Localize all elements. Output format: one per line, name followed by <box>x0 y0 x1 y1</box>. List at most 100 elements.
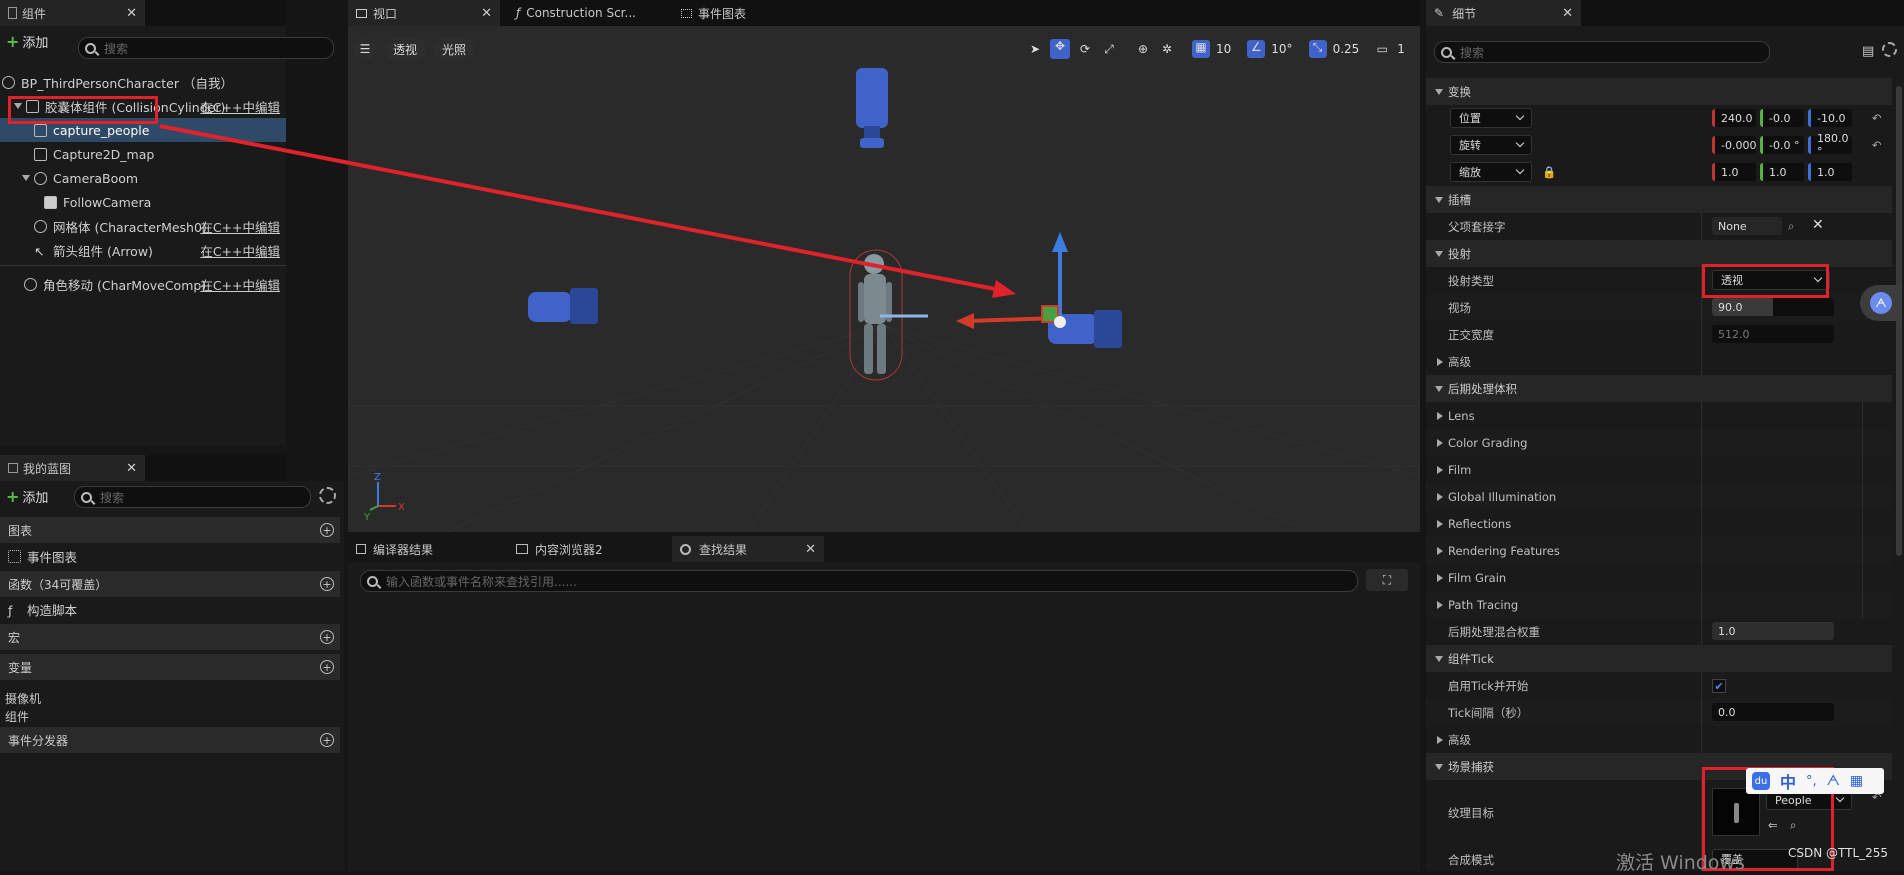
browse-socket-icon[interactable]: ⌕ <box>1788 219 1794 234</box>
floating-assistant-button[interactable]: ᗅ <box>1860 285 1902 321</box>
fov-slider[interactable]: 90.0 <box>1712 298 1834 316</box>
ime-logo-icon[interactable]: du <box>1752 772 1770 790</box>
find-references-input[interactable]: 输入函数或事件名称来查找引用...... <box>360 570 1358 592</box>
section-graphs[interactable]: 图表 + <box>0 517 340 543</box>
location-x-input[interactable]: 240.0 <box>1712 109 1756 127</box>
row-pp-film[interactable]: Film <box>1426 456 1892 483</box>
camera-speed-icon[interactable]: ▭ <box>1373 42 1391 56</box>
tab-find-results[interactable]: 查找结果 ✕ <box>672 536 824 562</box>
blend-weight-input[interactable]: 1.0 <box>1712 622 1834 640</box>
ime-chinese-toggle[interactable]: 中 <box>1780 769 1796 793</box>
section-macros[interactable]: 宏 + <box>0 624 340 650</box>
components-search-input[interactable]: 搜索 <box>78 37 334 59</box>
scale-z-input[interactable]: 1.0 <box>1808 163 1852 181</box>
variable-category-components[interactable]: 组件 <box>5 708 29 725</box>
section-functions[interactable]: 函数（34可覆盖） + <box>0 571 340 597</box>
tree-item-char-move[interactable]: 角色移动 (CharMoveComp) 在C++中编辑 <box>0 272 286 296</box>
add-circle-icon[interactable]: + <box>320 577 334 591</box>
tab-compiler-results[interactable]: 编译器结果 <box>348 536 503 562</box>
translate-mode-icon[interactable]: ✥ <box>1050 39 1070 59</box>
variable-category-camera[interactable]: 摄像机 <box>5 690 41 707</box>
category-post-process[interactable]: 后期处理体积 <box>1426 375 1892 402</box>
list-item-construction-script[interactable]: ƒ 构造脚本 <box>0 597 344 621</box>
list-item-event-graph[interactable]: 事件图表 <box>0 544 344 568</box>
location-z-input[interactable]: -10.0 <box>1808 109 1852 127</box>
world-local-icon[interactable]: ⊕ <box>1134 42 1152 56</box>
viewport-canvas[interactable]: Z X Y ☰ 透视 光照 ➤ ✥ ⟳ ⤢ ⊕ ✲ ▦ 10 ∠ 10° ⤡ 0… <box>348 26 1420 532</box>
tab-my-blueprint[interactable]: 我的蓝图 ✕ <box>0 455 145 481</box>
location-mode-dropdown[interactable]: 位置 <box>1450 108 1532 128</box>
tree-item-camera-boom[interactable]: CameraBoom <box>0 166 286 190</box>
tab-components[interactable]: 组件 ✕ <box>0 0 145 26</box>
parent-socket-value[interactable]: None <box>1712 217 1782 235</box>
category-projection[interactable]: 投射 <box>1426 240 1892 267</box>
lock-icon[interactable]: 🔒 <box>1542 165 1556 179</box>
category-component-tick[interactable]: 组件Tick <box>1426 645 1892 672</box>
settings-gear-icon[interactable] <box>1882 42 1897 57</box>
rotation-x-input[interactable]: -0.000 <box>1712 136 1756 154</box>
details-scrollbar[interactable] <box>1896 86 1902 556</box>
reset-arrow-icon[interactable]: ↶ <box>1872 111 1882 125</box>
tab-details[interactable]: ✎ 细节 ✕ <box>1426 0 1581 26</box>
tree-item-capture2d-map[interactable]: Capture2D_map <box>0 142 286 166</box>
ime-grid-icon[interactable]: ▦ <box>1850 773 1863 789</box>
details-search-input[interactable]: 搜索 <box>1434 41 1770 63</box>
row-pp-global-illumination[interactable]: Global Illumination <box>1426 483 1892 510</box>
tab-event-graph[interactable]: 事件图表 <box>673 0 833 26</box>
rotate-mode-icon[interactable]: ⟳ <box>1076 42 1094 56</box>
hamburger-menu-icon[interactable]: ☰ <box>354 38 376 60</box>
close-icon[interactable]: ✕ <box>481 6 492 21</box>
row-pp-color-grading[interactable]: Color Grading <box>1426 429 1892 456</box>
grid-snap-value[interactable]: 10 <box>1216 42 1231 56</box>
add-circle-icon[interactable]: + <box>320 630 334 644</box>
clear-socket-icon[interactable]: ✕ <box>1812 217 1824 233</box>
rotation-snap-value[interactable]: 10° <box>1271 42 1292 56</box>
property-matrix-icon[interactable]: ▤ <box>1862 44 1874 59</box>
settings-gear-icon[interactable] <box>319 487 336 504</box>
close-icon[interactable]: ✕ <box>126 6 137 21</box>
add-circle-icon[interactable]: + <box>320 660 334 674</box>
tab-construction-script[interactable]: ƒ Construction Scr... <box>508 0 668 26</box>
scale-mode-icon[interactable]: ⤢ <box>1100 42 1118 57</box>
camera-speed-value[interactable]: 1 <box>1397 42 1405 56</box>
select-mode-icon[interactable]: ➤ <box>1026 42 1044 56</box>
grid-snap-icon[interactable]: ▦ <box>1192 40 1210 58</box>
tree-item-self[interactable]: BP_ThirdPersonCharacter （自我） <box>0 70 286 94</box>
close-icon[interactable]: ✕ <box>805 542 816 557</box>
category-transform[interactable]: 变换 <box>1426 78 1892 105</box>
start-with-tick-checkbox[interactable]: ✔ <box>1712 679 1726 693</box>
row-pp-rendering-features[interactable]: Rendering Features <box>1426 537 1892 564</box>
expand-arrow-icon[interactable] <box>22 175 30 181</box>
tick-interval-input[interactable]: 0.0 <box>1712 703 1834 721</box>
add-component-button[interactable]: + 添加 <box>6 32 48 51</box>
row-projection-advanced[interactable]: 高级 <box>1426 348 1892 375</box>
ime-assistant-icon[interactable]: ᗅ <box>1827 773 1840 789</box>
edit-in-cpp-link[interactable]: 在C++中编辑 <box>200 217 280 236</box>
scale-x-input[interactable]: 1.0 <box>1712 163 1756 181</box>
row-pp-film-grain[interactable]: Film Grain <box>1426 564 1892 591</box>
add-blueprint-item-button[interactable]: + 添加 <box>6 487 48 506</box>
scale-y-input[interactable]: 1.0 <box>1760 163 1804 181</box>
close-icon[interactable]: ✕ <box>126 461 137 476</box>
find-in-all-blueprints-button[interactable]: ⛶ <box>1366 569 1408 591</box>
tree-item-arrow[interactable]: ↖ 箭头组件 (Arrow) 在C++中编辑 <box>0 238 286 262</box>
edit-in-cpp-link[interactable]: 在C++中编辑 <box>200 97 280 116</box>
tree-item-follow-camera[interactable]: FollowCamera <box>0 190 286 214</box>
rotation-y-input[interactable]: -0.0 ° <box>1760 136 1804 154</box>
row-pp-lens[interactable]: Lens <box>1426 402 1892 429</box>
rotation-z-input[interactable]: 180.0 ° <box>1808 132 1852 158</box>
edit-in-cpp-link[interactable]: 在C++中编辑 <box>200 275 280 294</box>
section-variables[interactable]: 变量 + <box>0 654 340 680</box>
rotation-mode-dropdown[interactable]: 旋转 <box>1450 135 1532 155</box>
tree-item-mesh[interactable]: 网格体 (CharacterMesh0) 在C++中编辑 <box>0 214 286 238</box>
add-circle-icon[interactable]: + <box>320 733 334 747</box>
reset-arrow-icon[interactable]: ↶ <box>1872 138 1882 152</box>
tab-viewport[interactable]: 视口 ✕ <box>348 0 500 26</box>
location-y-input[interactable]: -0.0 <box>1760 109 1804 127</box>
surface-snap-icon[interactable]: ✲ <box>1158 42 1176 56</box>
category-sockets[interactable]: 插槽 <box>1426 186 1892 213</box>
row-tick-advanced[interactable]: 高级 <box>1426 726 1892 753</box>
blueprint-search-input[interactable]: 搜索 <box>74 486 311 508</box>
add-circle-icon[interactable]: + <box>320 523 334 537</box>
close-icon[interactable]: ✕ <box>1562 6 1573 21</box>
